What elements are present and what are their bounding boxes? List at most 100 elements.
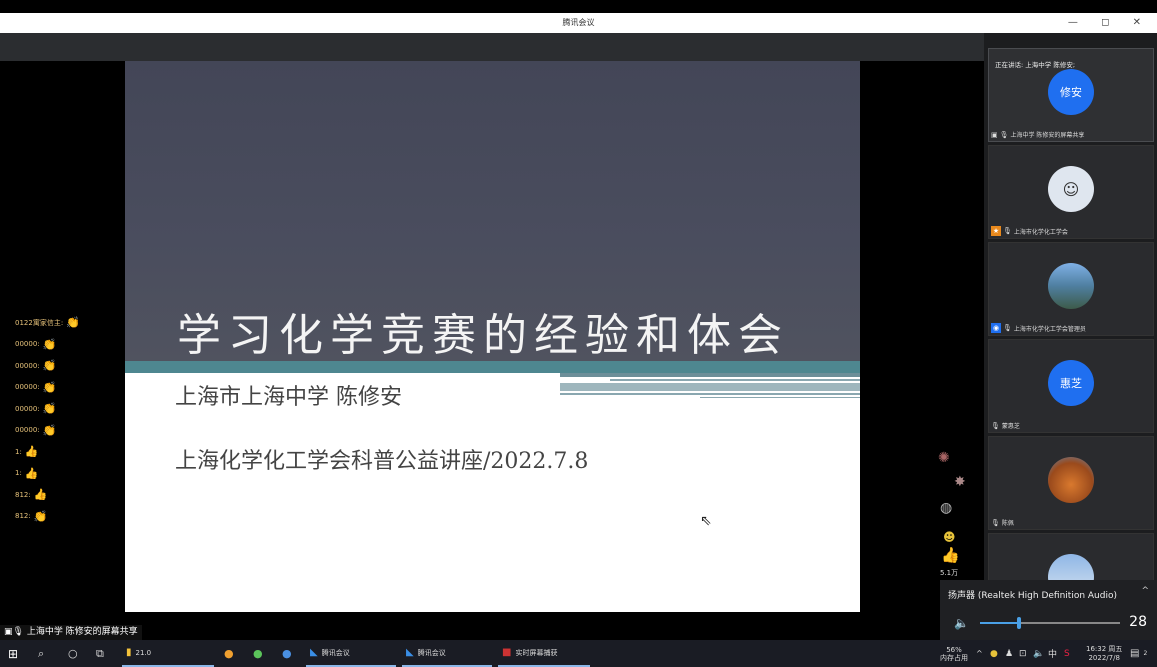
participant-tile[interactable]: 正在讲话: 上海中学 陈修安; 修安 ▣ 🎙 上海中学 陈修安的屏幕共享 — [988, 48, 1154, 142]
app-blue-icon[interactable]: ● — [282, 640, 292, 667]
taskbar: ⊞ ⌕ ○ ⧉ ▮ 21.0 ● ● ● ◣ 腾讯会议 ◣ 腾讯会议 ■ 实时屏… — [0, 640, 1157, 667]
chat-sender: 00000: — [15, 426, 40, 434]
slide-title: 学习化学竞赛的经验和体会 — [177, 310, 789, 361]
chat-emoji-icon: 👏 — [42, 359, 57, 372]
participant-label: ◉ 🎙 上海市化学化工学会管理员 — [991, 323, 1086, 333]
microphone-icon: 🎙 — [999, 130, 1009, 139]
screen-capture-icon: ■ — [502, 647, 512, 658]
chat-emoji-icon: 👏 — [42, 337, 57, 351]
avatar: 修安 — [1048, 69, 1094, 115]
chat-message: 812: 👍 — [15, 488, 47, 501]
screen-share-caption: ▣🎙 上海中学 陈修安的屏幕共享 — [0, 625, 142, 640]
chat-message: 812: 👏 — [15, 510, 47, 523]
chat-sender: 1: — [15, 447, 22, 456]
collapse-icon[interactable]: ^ — [1141, 586, 1149, 596]
participant-panel: 正在讲话: 上海中学 陈修安; 修安 ▣ 🎙 上海中学 陈修安的屏幕共享 ☺ ★… — [984, 33, 1157, 581]
window-controls: — ◻ ✕ — [1068, 13, 1151, 33]
chat-message: 00000: 👏 — [15, 338, 56, 351]
close-button[interactable]: ✕ — [1133, 17, 1151, 28]
clock[interactable]: 16:32 周五 2022/7/8 — [1086, 640, 1122, 667]
speaking-indicator: 正在讲话: 上海中学 陈修安; — [995, 61, 1076, 69]
input-method-icon[interactable]: S — [1064, 640, 1070, 667]
search-icon[interactable]: ⌕ — [38, 640, 44, 667]
window-title: 腾讯会议 — [562, 18, 595, 27]
chat-emoji-icon: 👏 — [66, 316, 80, 329]
participant-tile[interactable]: ☺ ★ 🎙 上海市化学化工学会 — [988, 145, 1154, 239]
slide-event: 上海化学化工学会科普公益讲座/2022.7.8 — [175, 449, 589, 474]
chat-message: 0122寓家信主: 👏 — [15, 316, 80, 329]
host-badge-icon: ★ — [991, 226, 1001, 236]
slide-presenter: 上海市上海中学 陈修安 — [175, 385, 402, 410]
taskbar-app-meeting[interactable]: ◣ 腾讯会议 — [402, 640, 492, 667]
participant-label: 🎙 蒙惠芝 — [991, 421, 1020, 431]
participant-tile[interactable]: ◉ 🎙 上海市化学化工学会管理员 — [988, 242, 1154, 336]
reaction-bar: ✺ ✸ ◍ ☻ 👍 5.1万 — [938, 450, 978, 580]
confetti-icon: ✸ — [954, 474, 966, 490]
window-titlebar: 腾讯会议 — ◻ ✕ — [0, 13, 1157, 33]
participant-tile[interactable]: 🎙 陈佩 — [988, 436, 1154, 530]
task-view-icon[interactable]: ⧉ — [96, 640, 104, 667]
chat-message: 00000: 👏 — [15, 359, 56, 372]
notification-icon[interactable]: ▤ 2 — [1130, 640, 1147, 667]
folder-icon: ▮ — [126, 647, 132, 658]
tray-people-icon[interactable]: ♟ — [1005, 640, 1013, 667]
like-icon[interactable]: 👍 — [941, 546, 960, 564]
emoji-icon[interactable]: ☻ — [943, 530, 956, 544]
taskbar-app-folder[interactable]: ▮ 21.0 — [122, 640, 214, 667]
tray-expand-icon[interactable]: ^ — [976, 640, 983, 667]
minimize-button[interactable]: — — [1068, 17, 1088, 28]
globe-icon: ◍ — [940, 500, 953, 516]
chat-message: 00000: 👏 — [15, 402, 56, 415]
like-count: 5.1万 — [940, 569, 959, 577]
windows-start-icon[interactable]: ⊞ — [8, 640, 18, 667]
fireworks-icon: ✺ — [938, 450, 950, 466]
participant-label: ▣ 🎙 上海中学 陈修安的屏幕共享 — [991, 130, 1085, 140]
participant-label: 🎙 陈佩 — [991, 518, 1014, 528]
tencent-meeting-icon: ◣ — [406, 647, 414, 658]
chat-sender: 00000: — [15, 340, 40, 348]
speaker-icon[interactable]: 🔈 — [954, 616, 969, 630]
meeting-toolbar — [0, 33, 984, 61]
chat-emoji-icon: 👏 — [33, 509, 48, 523]
microphone-icon: 🎙 — [1003, 324, 1012, 332]
volume-slider[interactable] — [980, 617, 1120, 629]
chat-emoji-icon: 👏 — [42, 423, 57, 437]
participant-label: ★ 🎙 上海市化学化工学会 — [991, 226, 1068, 236]
participant-tile[interactable]: 惠芝 🎙 蒙惠芝 — [988, 339, 1154, 433]
app-orange-icon[interactable]: ● — [224, 640, 234, 667]
shared-slide: 学习化学竞赛的经验和体会 上海市上海中学 陈修安 上海化学化工学会科普公益讲座/… — [125, 61, 860, 612]
cortana-icon[interactable]: ○ — [68, 640, 78, 667]
microphone-icon: 🎙 — [991, 421, 1000, 430]
chat-message: 00000: 👏 — [15, 381, 56, 394]
volume-icon[interactable]: 🔈 — [1033, 640, 1044, 667]
chat-sender: 1: — [15, 469, 22, 477]
ime-indicator[interactable]: 中 — [1048, 640, 1057, 667]
taskbar-app-meeting[interactable]: ◣ 腾讯会议 — [306, 640, 396, 667]
slide-stripes — [560, 373, 860, 403]
chat-emoji-icon: 👏 — [42, 402, 57, 415]
audio-device-label: 扬声器 (Realtek High Definition Audio) — [948, 591, 1117, 601]
chat-emoji-icon: 👍 — [24, 445, 39, 458]
memory-usage[interactable]: 56% 内存占用 — [940, 640, 968, 667]
screen-share-icon: ▣ — [991, 130, 998, 139]
app-green-icon[interactable]: ● — [253, 640, 263, 667]
maximize-button[interactable]: ◻ — [1101, 17, 1119, 28]
network-icon[interactable]: ⊡ — [1019, 640, 1027, 667]
taskbar-app-capture[interactable]: ■ 实时屏幕捕获 — [498, 640, 590, 667]
avatar — [1048, 554, 1094, 580]
chat-sender: 812: — [15, 512, 31, 520]
mouse-cursor-icon: ⇖ — [700, 513, 712, 529]
volume-slider-thumb[interactable] — [1017, 617, 1022, 629]
avatar — [1048, 263, 1094, 309]
participant-tile[interactable] — [988, 533, 1154, 581]
volume-slider-fill — [980, 622, 1020, 624]
admin-badge-icon: ◉ — [991, 323, 1001, 333]
microphone-icon: 🎙 — [991, 518, 1000, 527]
chat-message: 1: 👍 — [15, 445, 39, 458]
chat-emoji-icon: 👏 — [42, 380, 57, 394]
tencent-meeting-icon: ◣ — [310, 647, 318, 658]
tray-app-icon[interactable]: ● — [990, 640, 998, 667]
chat-sender: 812: — [15, 490, 31, 499]
screen-share-icon: ▣🎙 — [4, 627, 24, 637]
chat-sender: 0122寓家信主: — [15, 318, 64, 327]
